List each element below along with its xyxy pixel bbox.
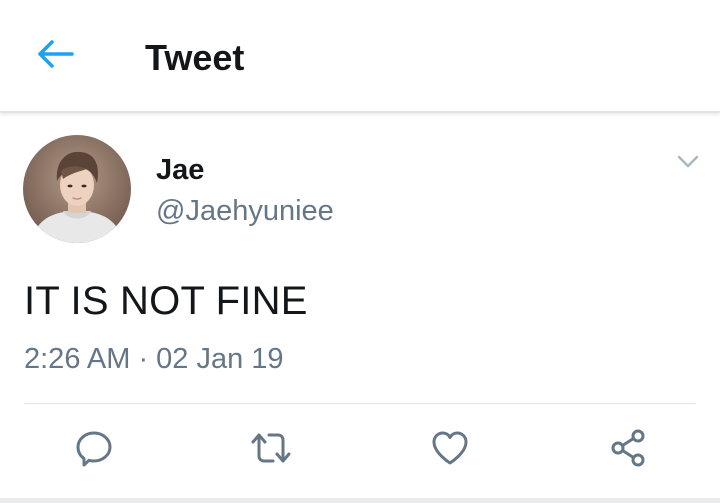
chevron-down-icon — [677, 155, 699, 174]
retweet-button[interactable] — [249, 428, 293, 472]
reply-icon — [74, 428, 114, 473]
share-button[interactable] — [606, 428, 650, 472]
author-display-name[interactable]: Jae — [156, 154, 204, 186]
bottom-border — [0, 498, 720, 503]
tweet-detail-screen: Tweet Jae @Jaehyuniee IT IS NOT FINE 2:2… — [0, 0, 720, 503]
divider — [24, 403, 696, 404]
heart-icon — [430, 429, 470, 472]
arrow-left-icon — [36, 39, 76, 74]
page-title: Tweet — [145, 37, 245, 78]
author-handle[interactable]: @Jaehyuniee — [156, 195, 334, 227]
back-button[interactable] — [24, 28, 88, 84]
like-button[interactable] — [428, 428, 472, 472]
avatar[interactable] — [23, 135, 131, 243]
tweet-menu-button[interactable] — [672, 150, 704, 178]
tweet-text: IT IS NOT FINE — [24, 279, 308, 323]
profile-photo-icon — [23, 135, 131, 243]
tweet-timestamp: 2:26 AM · 02 Jan 19 — [24, 343, 284, 375]
retweet-icon — [249, 428, 293, 473]
share-icon — [608, 428, 648, 473]
top-app-bar: Tweet — [0, 0, 720, 113]
reply-button[interactable] — [72, 428, 116, 472]
